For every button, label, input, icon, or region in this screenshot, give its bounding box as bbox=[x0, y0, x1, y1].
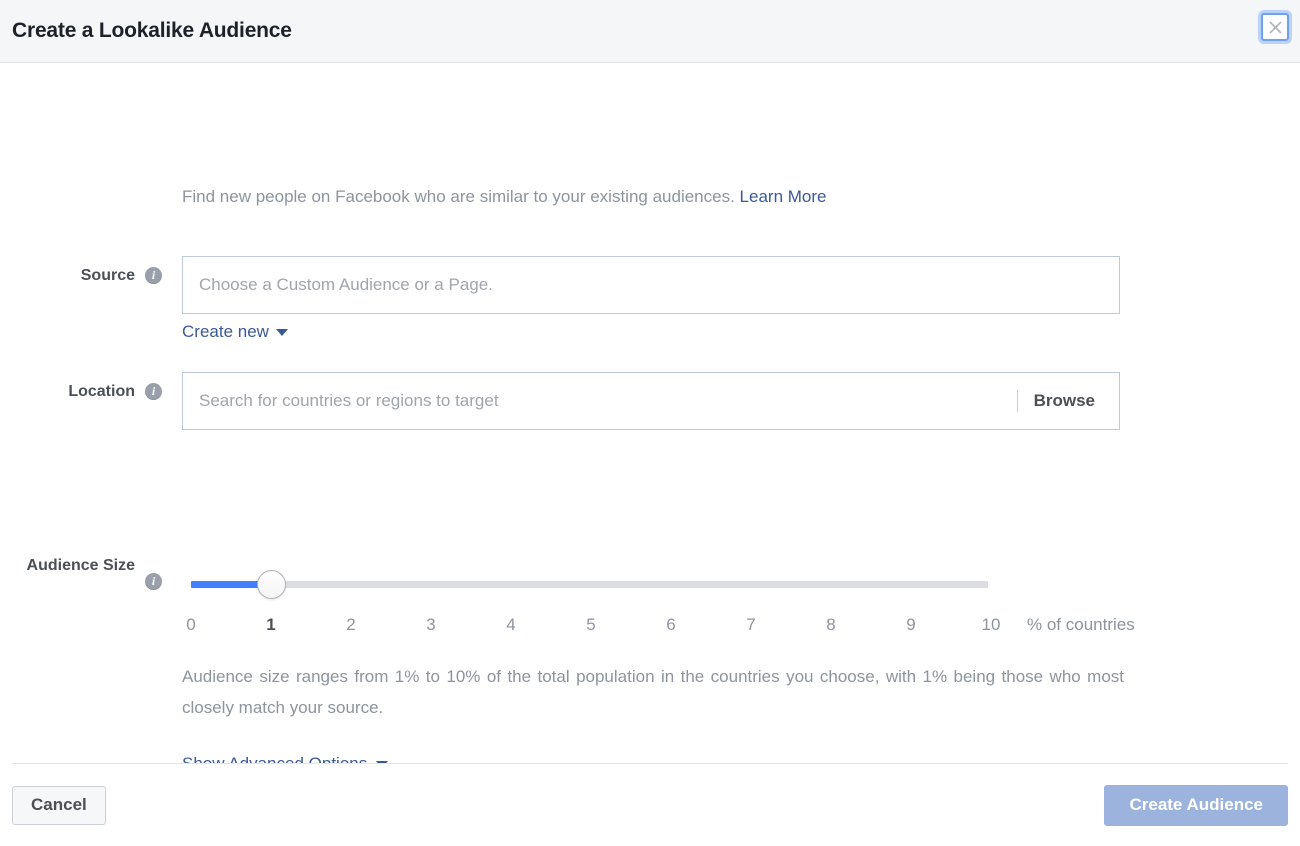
intro-description: Find new people on Facebook who are simi… bbox=[182, 187, 735, 206]
learn-more-link[interactable]: Learn More bbox=[740, 187, 827, 206]
source-input[interactable] bbox=[182, 256, 1120, 314]
close-button[interactable] bbox=[1261, 13, 1289, 41]
dialog-header: Create a Lookalike Audience bbox=[0, 0, 1300, 63]
slider-tick-5[interactable]: 5 bbox=[571, 615, 611, 635]
slider-tick-10[interactable]: 10 bbox=[971, 615, 1011, 635]
slider-tick-labels: 0 1 2 3 4 5 6 7 8 9 10 % of countries bbox=[182, 615, 1192, 641]
slider-tick-0[interactable]: 0 bbox=[171, 615, 211, 635]
slider-tick-4[interactable]: 4 bbox=[491, 615, 531, 635]
cancel-button[interactable]: Cancel bbox=[12, 786, 106, 825]
audience-size-help-text: Audience size ranges from 1% to 10% of t… bbox=[182, 661, 1124, 723]
create-new-label: Create new bbox=[182, 322, 269, 342]
slider-tick-2[interactable]: 2 bbox=[331, 615, 371, 635]
info-icon-audience-size[interactable]: i bbox=[145, 573, 162, 590]
slider-track[interactable] bbox=[191, 581, 988, 588]
slider-tick-7[interactable]: 7 bbox=[731, 615, 771, 635]
info-icon-source[interactable]: i bbox=[145, 267, 162, 284]
audience-size-label: Audience Size bbox=[0, 555, 135, 577]
page-title: Create a Lookalike Audience bbox=[12, 19, 292, 43]
info-icon-location[interactable]: i bbox=[145, 383, 162, 400]
chevron-down-icon bbox=[276, 329, 288, 336]
slider-tick-1[interactable]: 1 bbox=[251, 615, 291, 635]
slider-tick-8[interactable]: 8 bbox=[811, 615, 851, 635]
slider-tick-3[interactable]: 3 bbox=[411, 615, 451, 635]
dialog-footer: Cancel Create Audience bbox=[12, 763, 1288, 846]
audience-size-slider[interactable] bbox=[182, 567, 1182, 607]
source-label: Source bbox=[0, 265, 135, 287]
location-field-wrapper: Browse bbox=[182, 372, 1120, 430]
slider-tick-6[interactable]: 6 bbox=[651, 615, 691, 635]
dialog-body: Find new people on Facebook who are simi… bbox=[0, 63, 1300, 763]
divider bbox=[1017, 390, 1018, 412]
slider-units-label: % of countries bbox=[1027, 615, 1135, 635]
intro-text: Find new people on Facebook who are simi… bbox=[182, 187, 826, 207]
browse-button[interactable]: Browse bbox=[1034, 391, 1119, 411]
location-search-input[interactable] bbox=[183, 373, 1017, 429]
create-lookalike-audience-dialog: Create a Lookalike Audience Find new peo… bbox=[0, 0, 1300, 846]
location-label: Location bbox=[0, 381, 135, 403]
create-audience-button[interactable]: Create Audience bbox=[1104, 785, 1288, 826]
close-icon bbox=[1268, 20, 1283, 35]
slider-tick-9[interactable]: 9 bbox=[891, 615, 931, 635]
slider-thumb[interactable] bbox=[257, 570, 286, 599]
create-new-dropdown[interactable]: Create new bbox=[182, 322, 288, 342]
